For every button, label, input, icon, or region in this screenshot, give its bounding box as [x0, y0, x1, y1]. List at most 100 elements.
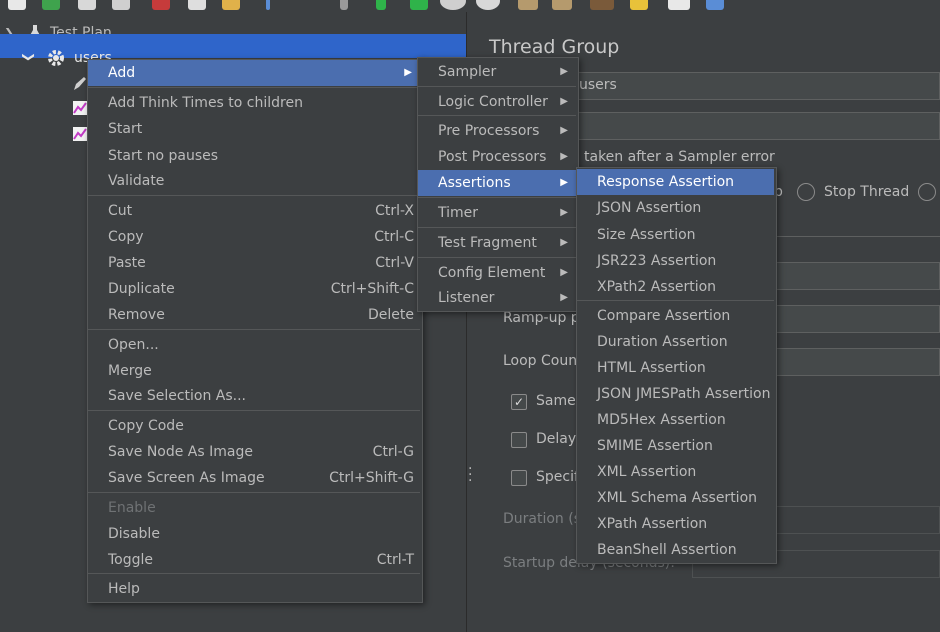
menu-item-enable[interactable]: Enable	[88, 495, 420, 521]
copy-icon[interactable]	[188, 0, 206, 10]
open-icon[interactable]	[78, 0, 96, 10]
submenu-arrow-icon: ▶	[560, 96, 568, 107]
submenu-arrow-icon: ▶	[560, 151, 568, 162]
add-item-pre-processors[interactable]: Pre Processors ▶	[418, 118, 576, 144]
menu-item-paste[interactable]: Paste Ctrl-V	[88, 250, 420, 276]
add-item-logic-controller[interactable]: Logic Controller ▶	[418, 89, 576, 115]
function-helper-icon[interactable]	[668, 0, 690, 10]
add-item-test-fragment[interactable]: Test Fragment ▶	[418, 230, 576, 256]
menu-item-label: Help	[108, 581, 140, 597]
menu-item-shortcut: Ctrl-G	[372, 444, 414, 460]
assertion-item-xpath-assertion[interactable]: XPath Assertion	[577, 511, 774, 537]
menu-item-copy[interactable]: Copy Ctrl-C	[88, 224, 420, 250]
menu-item-help[interactable]: Help	[88, 576, 420, 602]
menu-item-copy-code[interactable]: Copy Code	[88, 413, 420, 439]
menu-item-label: Save Node As Image	[108, 444, 253, 460]
assertion-item-xml-assertion[interactable]: XML Assertion	[577, 459, 774, 485]
context-menu: Add ▶ Add Think Times to children Start Star…	[87, 59, 423, 603]
stop-test-radio[interactable]	[918, 183, 936, 201]
same-user-checkbox[interactable]: ✓	[511, 394, 527, 410]
assertion-item-jsr223-assertion[interactable]: JSR223 Assertion	[577, 248, 774, 274]
delay-checkbox[interactable]	[511, 432, 527, 448]
menu-item-add-think-times-to-children[interactable]: Add Think Times to children	[88, 90, 420, 116]
reset-search-icon[interactable]	[630, 0, 648, 10]
specify-lifetime-checkbox[interactable]	[511, 470, 527, 486]
assertion-item-compare-assertion[interactable]: Compare Assertion	[577, 303, 774, 329]
assertion-item-json-jmespath-assertion[interactable]: JSON JMESPath Assertion	[577, 381, 774, 407]
toggle-icon[interactable]	[340, 0, 348, 10]
menu-item-validate[interactable]: Validate	[88, 168, 420, 194]
menu-item-duplicate[interactable]: Duplicate Ctrl+Shift-C	[88, 276, 420, 302]
clear-all-icon[interactable]	[552, 0, 572, 10]
menu-item-label: SMIME Assertion	[597, 438, 713, 454]
help-icon[interactable]	[706, 0, 724, 10]
submenu-arrow-icon: ▶	[560, 207, 568, 218]
cut-icon[interactable]	[152, 0, 170, 10]
menu-item-start[interactable]: Start	[88, 116, 420, 142]
assertion-item-xml-schema-assertion[interactable]: XML Schema Assertion	[577, 485, 774, 511]
duration-label: Duration (s	[503, 511, 582, 527]
menu-item-label: Post Processors	[438, 149, 547, 165]
add-item-assertions[interactable]: Assertions ▶	[418, 170, 576, 196]
menu-item-disable[interactable]: Disable	[88, 521, 420, 547]
shutdown-icon[interactable]	[476, 0, 500, 10]
menu-item-shortcut: Ctrl-T	[376, 552, 414, 568]
menu-item-label: JSON JMESPath Assertion	[597, 386, 771, 402]
menu-item-save-selection-as[interactable]: Save Selection As...	[88, 383, 420, 409]
assertion-item-xpath2-assertion[interactable]: XPath2 Assertion	[577, 274, 774, 300]
menu-item-label: Validate	[108, 173, 165, 189]
divider-grip-icon[interactable]: · · ·	[468, 462, 474, 488]
add-item-listener[interactable]: Listener ▶	[418, 285, 576, 311]
menu-item-start-no-pauses[interactable]: Start no pauses	[88, 143, 420, 169]
add-item-timer[interactable]: Timer ▶	[418, 200, 576, 226]
stop-thread-label: Stop Thread	[824, 184, 910, 200]
menu-item-toggle[interactable]: Toggle Ctrl-T	[88, 547, 420, 573]
assertion-item-response-assertion[interactable]: Response Assertion	[577, 169, 774, 195]
submenu-arrow-icon: ▶	[560, 66, 568, 77]
expand-icon[interactable]	[266, 0, 270, 10]
menu-item-remove[interactable]: Remove Delete	[88, 302, 420, 328]
menu-item-save-screen-as-image[interactable]: Save Screen As Image Ctrl+Shift-G	[88, 465, 420, 491]
paste-icon[interactable]	[222, 0, 240, 10]
assertion-item-beanshell-assertion[interactable]: BeanShell Assertion	[577, 537, 774, 563]
sampler-error-label: taken after a Sampler error	[584, 149, 775, 165]
menu-item-label: Copy	[108, 229, 144, 245]
menu-item-merge[interactable]: Merge	[88, 358, 420, 384]
add-item-post-processors[interactable]: Post Processors ▶	[418, 144, 576, 170]
assertion-item-smime-assertion[interactable]: SMIME Assertion	[577, 433, 774, 459]
submenu-arrow-icon: ▶	[560, 237, 568, 248]
menu-item-label: Paste	[108, 255, 146, 271]
new-icon[interactable]	[8, 0, 26, 10]
assertion-item-duration-assertion[interactable]: Duration Assertion	[577, 329, 774, 355]
tree-item-users[interactable]	[0, 34, 466, 58]
chevron-down-icon[interactable]: ❯	[22, 52, 36, 62]
menu-item-label: Add Think Times to children	[108, 95, 303, 111]
start-no-pauses-icon[interactable]	[410, 0, 428, 10]
start-icon[interactable]	[376, 0, 386, 10]
menu-item-label: Timer	[438, 205, 479, 221]
add-item-sampler[interactable]: Sampler ▶	[418, 59, 576, 85]
menu-separator	[88, 329, 420, 330]
menu-item-label: Toggle	[108, 552, 154, 568]
save-icon[interactable]	[112, 0, 130, 10]
assertion-item-md5hex-assertion[interactable]: MD5Hex Assertion	[577, 407, 774, 433]
same-user-label: Same	[536, 393, 576, 409]
search-icon[interactable]	[590, 0, 614, 10]
add-item-config-element[interactable]: Config Element ▶	[418, 260, 576, 286]
menu-item-save-node-as-image[interactable]: Save Node As Image Ctrl-G	[88, 439, 420, 465]
menu-separator	[88, 87, 420, 88]
assertion-item-html-assertion[interactable]: HTML Assertion	[577, 355, 774, 381]
menu-item-cut[interactable]: Cut Ctrl-X	[88, 198, 420, 224]
menu-item-add[interactable]: Add ▶	[88, 60, 420, 86]
menu-item-label: MD5Hex Assertion	[597, 412, 726, 428]
menu-item-label: Test Fragment	[438, 235, 537, 251]
assertion-item-json-assertion[interactable]: JSON Assertion	[577, 195, 774, 221]
stop-icon[interactable]	[440, 0, 466, 10]
templates-icon[interactable]	[42, 0, 60, 10]
clear-icon[interactable]	[518, 0, 538, 10]
stop-thread-radio[interactable]	[797, 183, 815, 201]
assertion-item-size-assertion[interactable]: Size Assertion	[577, 222, 774, 248]
menu-item-shortcut: Ctrl+Shift-C	[330, 281, 414, 297]
menu-separator	[88, 410, 420, 411]
menu-item-open[interactable]: Open...	[88, 332, 420, 358]
